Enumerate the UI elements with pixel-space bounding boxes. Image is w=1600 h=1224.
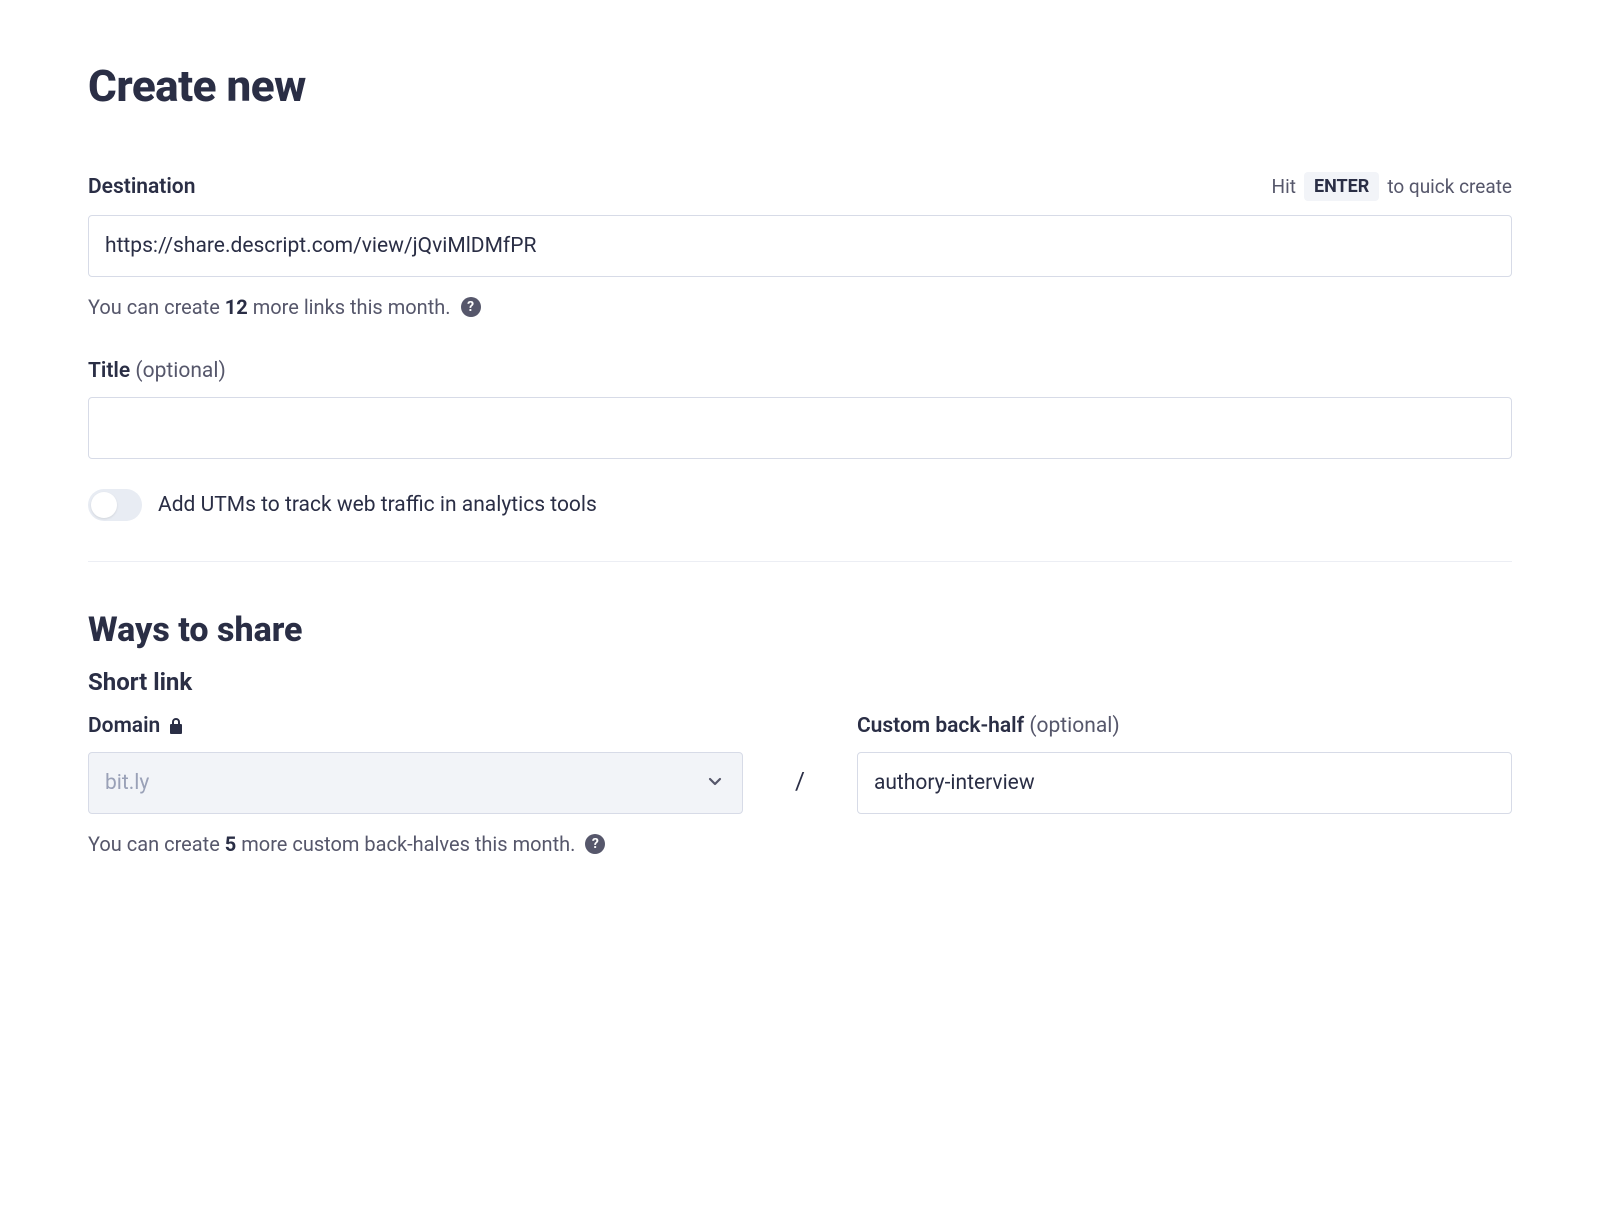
backhalf-label-text: Custom back-half [857,714,1024,738]
short-link-row: Domain bit.ly / Custom back-half (option… [88,714,1512,814]
utm-toggle[interactable] [88,489,142,521]
title-input[interactable] [88,397,1512,459]
page-title: Create new [88,60,1512,112]
enter-key-badge: ENTER [1304,172,1379,201]
helper-prefix: You can create [88,295,220,319]
backhalf-helper-count: 5 [225,832,236,856]
backhalf-helper-suffix: more custom back-halves this month. [241,832,575,856]
backhalf-optional-text: (optional) [1029,714,1119,738]
title-label-text: Title [88,359,130,383]
utm-toggle-row: Add UTMs to track web traffic in analyti… [88,489,1512,521]
destination-input[interactable] [88,215,1512,277]
title-field-group: Title (optional) [88,359,1512,459]
path-separator: / [743,748,857,814]
title-optional-text: (optional) [135,359,225,383]
domain-label: Domain [88,714,160,738]
quick-create-hint: Hit ENTER to quick create [1272,172,1512,201]
section-divider [88,561,1512,562]
utm-toggle-label: Add UTMs to track web traffic in analyti… [158,493,597,517]
domain-column: Domain bit.ly [88,714,743,814]
backhalf-input[interactable] [857,752,1512,814]
hint-suffix: to quick create [1387,175,1512,198]
title-label: Title (optional) [88,359,226,383]
short-link-title: Short link [88,668,1512,696]
help-icon[interactable]: ? [461,297,481,317]
backhalf-label: Custom back-half (optional) [857,714,1120,738]
destination-label: Destination [88,175,195,199]
lock-icon [168,717,184,735]
toggle-knob [91,492,117,518]
domain-select[interactable]: bit.ly [88,752,743,814]
helper-suffix: more links this month. [253,295,451,319]
helper-count: 12 [225,295,248,319]
backhalves-remaining-helper: You can create 5 more custom back-halves… [88,832,1512,856]
help-icon[interactable]: ? [585,834,605,854]
share-section-title: Ways to share [88,610,1512,650]
backhalf-column: Custom back-half (optional) [857,714,1512,814]
links-remaining-helper: You can create 12 more links this month.… [88,295,1512,319]
destination-field-group: Destination Hit ENTER to quick create Yo… [88,172,1512,319]
hint-prefix: Hit [1272,175,1296,198]
backhalf-helper-prefix: You can create [88,832,220,856]
